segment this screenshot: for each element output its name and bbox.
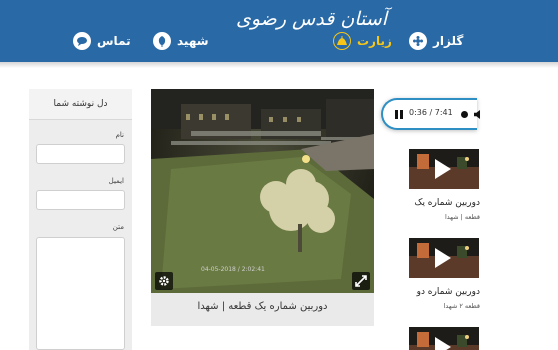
chat-icon bbox=[73, 32, 91, 50]
message-textarea[interactable] bbox=[36, 237, 125, 350]
speaker-icon[interactable] bbox=[474, 110, 480, 119]
text-label: متن bbox=[112, 223, 124, 231]
camera-card: 04-05-2018 / 2:02:41 دوربین شماره یک قطع… bbox=[151, 89, 374, 326]
name-label: نام bbox=[115, 131, 124, 139]
message-form-panel: دل نوشته شما نام ایمیل متن bbox=[29, 89, 132, 350]
nav-label-shahid: شهید bbox=[177, 34, 209, 48]
audio-player[interactable]: 0:36 / 7:41 bbox=[381, 98, 480, 130]
camera-caption: دوربین شماره یک قطعه | شهدا bbox=[197, 301, 328, 312]
header-shadow bbox=[0, 62, 558, 68]
pause-icon[interactable] bbox=[395, 110, 403, 119]
nav-label-tamas: تماس bbox=[97, 34, 131, 48]
nav-item-tamas[interactable]: تماس bbox=[73, 31, 131, 51]
dome-icon bbox=[333, 32, 351, 50]
play-icon bbox=[435, 337, 451, 350]
email-field[interactable] bbox=[36, 190, 125, 210]
site-logo[interactable]: آستان قدس رضوی bbox=[236, 4, 387, 34]
nav-item-ziarat[interactable]: زیارت bbox=[333, 31, 392, 51]
camera-stream[interactable]: 04-05-2018 / 2:02:41 bbox=[151, 89, 374, 293]
camera-fullscreen-button[interactable] bbox=[352, 272, 370, 290]
nav-label-ziarat: زیارت bbox=[357, 34, 392, 48]
email-label: ایمیل bbox=[108, 177, 124, 185]
playlist-title-1[interactable]: دوربین شماره یک bbox=[414, 198, 480, 208]
camera-thumbnail-3[interactable] bbox=[409, 327, 479, 350]
progress-handle[interactable] bbox=[461, 111, 468, 118]
camera-thumbnail-1[interactable] bbox=[409, 149, 479, 189]
camera-thumbnail-2[interactable] bbox=[409, 238, 479, 278]
play-icon bbox=[435, 159, 451, 179]
camera-settings-button[interactable] bbox=[155, 272, 173, 290]
gear-icon bbox=[159, 276, 169, 286]
expand-icon bbox=[355, 275, 367, 287]
name-field[interactable] bbox=[36, 144, 125, 164]
play-icon bbox=[435, 248, 451, 268]
nav-label-golzar: گلزار bbox=[433, 34, 464, 48]
tulip-icon bbox=[153, 32, 171, 50]
camera-timestamp: 04-05-2018 / 2:02:41 bbox=[201, 266, 265, 273]
playlist-subtitle-1: قطعه | شهدا bbox=[444, 213, 480, 221]
flower-icon bbox=[409, 32, 427, 50]
playlist-title-2[interactable]: دوربین شماره دو bbox=[417, 287, 480, 297]
playlist-subtitle-2: قطعه ۲ شهدا bbox=[443, 302, 480, 310]
nav-item-golzar[interactable]: گلزار bbox=[409, 31, 463, 51]
site-header: آستان قدس رضوی گلزار زیارت شهید تماس bbox=[0, 0, 558, 62]
form-title: دل نوشته شما bbox=[29, 89, 132, 120]
nav-item-shahid[interactable]: شهید bbox=[153, 31, 209, 51]
player-time: 0:36 / 7:41 bbox=[409, 108, 453, 117]
